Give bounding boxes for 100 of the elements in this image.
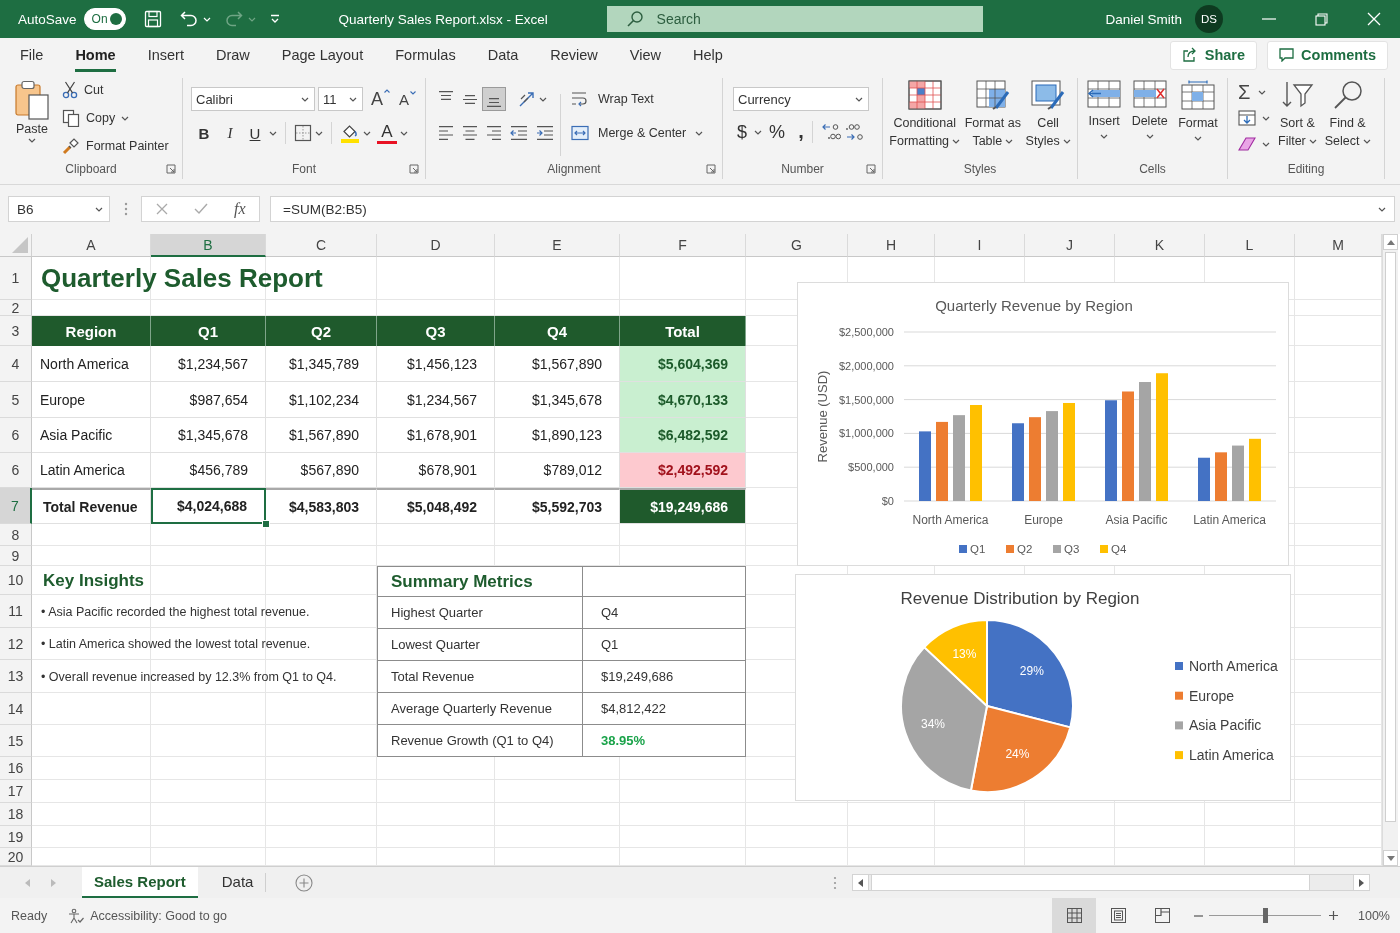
sheet-tab[interactable]: Data: [209, 867, 266, 898]
column-header[interactable]: B: [151, 234, 266, 257]
italic-button[interactable]: I: [219, 121, 241, 145]
row-header[interactable]: 1: [0, 257, 32, 300]
corner-arrow-icon[interactable]: [166, 164, 176, 175]
font-size-dropdown[interactable]: 11: [318, 87, 363, 111]
row-header[interactable]: 9: [0, 546, 32, 566]
format-painter-button[interactable]: Format Painter: [62, 134, 169, 158]
row-header[interactable]: 14: [0, 693, 32, 725]
row-header[interactable]: 5: [0, 382, 32, 418]
user-avatar[interactable]: DS: [1195, 5, 1223, 33]
increase-decimal-icon[interactable]: [845, 123, 865, 141]
search-field[interactable]: Search: [606, 6, 983, 32]
comma-style-button[interactable]: ,: [792, 120, 810, 144]
borders-icon[interactable]: [294, 124, 312, 142]
ribbon-button[interactable]: Conditional Formatting: [889, 80, 961, 150]
merge-center-button[interactable]: Merge & Center: [571, 121, 704, 145]
grow-font-button[interactable]: A: [371, 88, 390, 110]
column-header[interactable]: E: [495, 234, 620, 257]
row-header[interactable]: 17: [0, 780, 32, 803]
minus-icon[interactable]: [1194, 914, 1203, 917]
align-button[interactable]: [482, 87, 506, 111]
vertical-dots-icon[interactable]: [124, 202, 128, 216]
menu-tab[interactable]: Data: [487, 38, 519, 72]
ribbon-button[interactable]: Find & Select: [1324, 80, 1371, 150]
ribbon-button[interactable]: Format: [1178, 80, 1218, 141]
column-header[interactable]: A: [32, 234, 151, 257]
menu-tab[interactable]: Draw: [215, 38, 250, 72]
fill-handle[interactable]: [262, 520, 270, 528]
scroll-thumb[interactable]: [871, 875, 1310, 890]
sheet-tab[interactable]: Sales Report: [82, 867, 198, 898]
corner-arrow-icon[interactable]: [409, 164, 419, 175]
row-header[interactable]: 3: [0, 316, 32, 346]
column-header[interactable]: M: [1295, 234, 1382, 257]
column-header[interactable]: H: [848, 234, 935, 257]
corner-arrow-icon[interactable]: [866, 164, 876, 175]
font-color-button[interactable]: A: [377, 122, 397, 144]
corner-arrow-icon[interactable]: [706, 164, 716, 175]
menu-tab[interactable]: Home: [75, 38, 116, 72]
row-header[interactable]: 8: [0, 524, 32, 546]
row-header[interactable]: 6: [0, 418, 32, 453]
check-icon[interactable]: [194, 203, 208, 215]
row-header[interactable]: 20: [0, 848, 32, 866]
row-header[interactable]: 13: [0, 660, 32, 693]
ribbon-button[interactable]: Cell Styles: [1025, 80, 1071, 150]
shrink-font-button[interactable]: A: [399, 90, 417, 108]
ribbon-button[interactable]: Delete: [1131, 80, 1168, 139]
row-header[interactable]: 2: [0, 300, 32, 316]
scroll-down-button[interactable]: [1383, 850, 1398, 866]
formula-field[interactable]: =SUM(B2:B5): [270, 196, 1395, 222]
font-name-dropdown[interactable]: Calibri: [191, 87, 315, 111]
comments-button[interactable]: Comments: [1267, 40, 1388, 70]
menu-tab[interactable]: Help: [693, 38, 723, 72]
column-header[interactable]: I: [935, 234, 1025, 257]
diagonal-arrow-icon[interactable]: [518, 90, 536, 108]
underline-button[interactable]: U: [244, 121, 266, 145]
ribbon-button[interactable]: Format as Table: [964, 80, 1021, 150]
column-header[interactable]: J: [1025, 234, 1115, 257]
column-header[interactable]: C: [266, 234, 377, 257]
plus-icon[interactable]: [1329, 911, 1338, 920]
scroll-thumb[interactable]: [1385, 252, 1396, 822]
row-header[interactable]: 6: [0, 453, 32, 488]
column-header[interactable]: D: [377, 234, 495, 257]
outdent-icon[interactable]: [510, 126, 528, 140]
menu-tab[interactable]: Insert: [147, 38, 184, 72]
menu-tab[interactable]: View: [629, 38, 661, 72]
decrease-decimal-icon[interactable]: [821, 123, 841, 141]
row-header[interactable]: 19: [0, 826, 32, 848]
insert-function-button[interactable]: fx: [234, 200, 246, 218]
column-header[interactable]: K: [1115, 234, 1205, 257]
paste-button[interactable]: Paste: [12, 78, 52, 143]
column-header[interactable]: L: [1205, 234, 1295, 257]
copy-button[interactable]: Copy: [62, 106, 169, 130]
column-header[interactable]: F: [620, 234, 746, 257]
slider-thumb[interactable]: [1263, 908, 1268, 923]
vertical-dots-icon[interactable]: [833, 875, 837, 890]
zoom-level[interactable]: 100%: [1358, 908, 1390, 923]
row-header[interactable]: 15: [0, 725, 32, 757]
menu-tab[interactable]: Formulas: [395, 38, 456, 72]
align-center-icon[interactable]: [462, 126, 478, 140]
horizontal-scrollbar[interactable]: [852, 874, 1370, 891]
ribbon-button[interactable]: Sort & Filter: [1278, 80, 1317, 150]
paint-bucket-icon[interactable]: [340, 123, 360, 143]
vertical-scrollbar[interactable]: [1382, 234, 1398, 866]
indent-icon[interactable]: [536, 126, 554, 140]
restore-icon[interactable]: [1315, 12, 1328, 26]
column-header[interactable]: G: [746, 234, 848, 257]
close-icon[interactable]: [1367, 12, 1381, 26]
currency-button[interactable]: $: [733, 120, 751, 144]
row-header[interactable]: 7: [0, 488, 32, 524]
cut-button[interactable]: Cut: [62, 78, 169, 102]
scroll-right-button[interactable]: [1353, 875, 1369, 890]
share-button[interactable]: Share: [1169, 40, 1258, 70]
wrap-text-button[interactable]: Wrap Text: [571, 87, 704, 111]
table-cell[interactable]: $4,024,688: [151, 488, 266, 524]
number-format-dropdown[interactable]: Currency: [733, 87, 869, 111]
row-header[interactable]: 12: [0, 628, 32, 660]
bold-button[interactable]: B: [193, 121, 215, 145]
row-header[interactable]: 16: [0, 757, 32, 780]
row-header[interactable]: 10: [0, 566, 32, 595]
